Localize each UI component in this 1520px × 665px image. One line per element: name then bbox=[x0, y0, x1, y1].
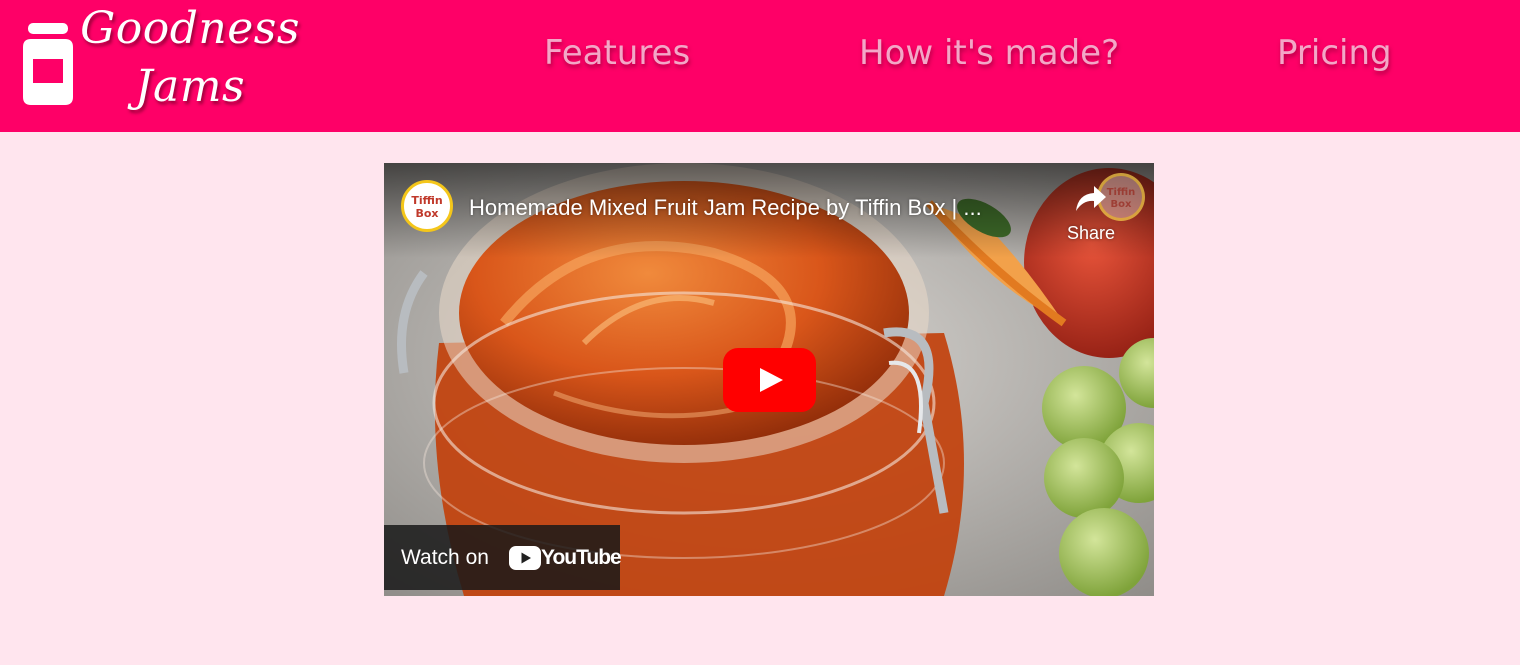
brand-name-line2: Jams bbox=[134, 61, 246, 112]
nav-features-link[interactable]: Features bbox=[544, 30, 704, 76]
nav-pricing-link[interactable]: Pricing bbox=[1277, 30, 1403, 76]
nav-how-its-made-link[interactable]: How it's made? bbox=[859, 30, 1121, 76]
brand-logo[interactable]: Goodness Jams bbox=[80, 0, 300, 116]
site-header: Goodness Jams Features How it's made? Pr… bbox=[0, 0, 1520, 132]
youtube-wordmark: YouTube bbox=[541, 546, 622, 569]
video-embed[interactable]: Tiffin Box Homemade Mixed Fruit Jam Reci… bbox=[384, 163, 1154, 596]
share-icon bbox=[1076, 186, 1106, 211]
watch-on-label: Watch on bbox=[401, 546, 489, 569]
share-label: Share bbox=[1066, 223, 1116, 243]
play-button[interactable] bbox=[723, 348, 816, 412]
jar-icon bbox=[23, 23, 73, 105]
youtube-logo-icon bbox=[509, 546, 541, 570]
channel-avatar[interactable]: Tiffin Box bbox=[401, 180, 453, 232]
share-button[interactable]: Share bbox=[1060, 181, 1122, 251]
video-title[interactable]: Homemade Mixed Fruit Jam Recipe by Tiffi… bbox=[469, 193, 1044, 223]
watch-on-youtube-button[interactable]: Watch on YouTube bbox=[384, 525, 622, 590]
brand-name-line1: Goodness bbox=[80, 3, 300, 54]
